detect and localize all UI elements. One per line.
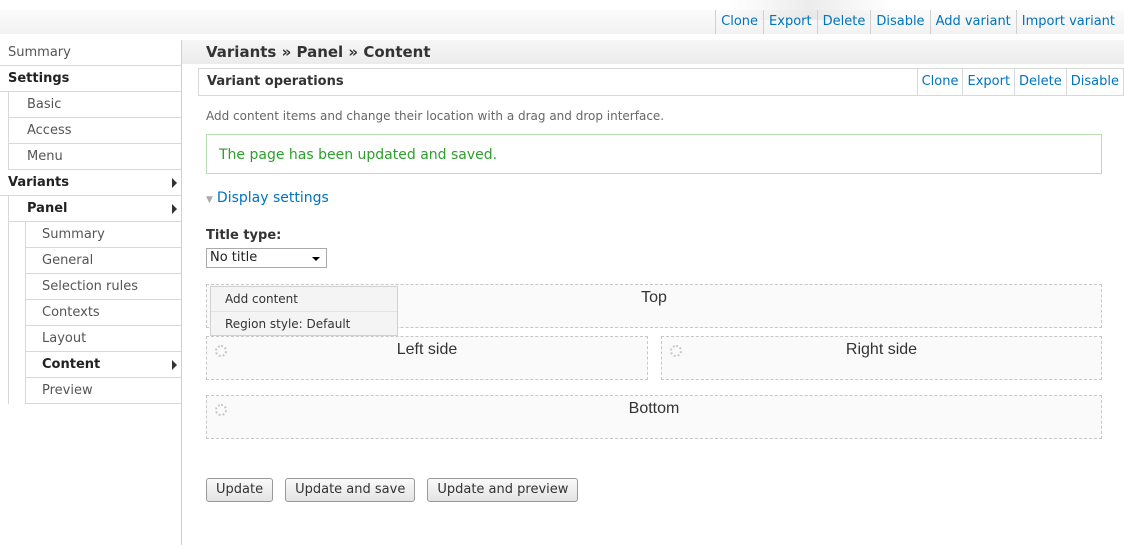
panel-submenu: Summary General Selection rules Contexts… <box>25 222 181 404</box>
import-variant-link[interactable]: Import variant <box>1015 10 1120 34</box>
page-delete-link[interactable]: Delete <box>816 10 871 34</box>
update-button[interactable]: Update <box>206 478 274 502</box>
region-right-title: Right side <box>845 341 918 358</box>
region-left-side[interactable]: Left side <box>206 336 648 380</box>
page-clone-link[interactable]: Clone <box>715 10 763 34</box>
sidebar-item-panel-label: Panel <box>27 201 68 216</box>
title-type-select[interactable]: No title <box>206 248 327 268</box>
variant-delete-link[interactable]: Delete <box>1014 69 1066 95</box>
sidebar-item-access[interactable]: Access <box>9 118 181 144</box>
region-style-menu-item[interactable]: Region style: Default <box>211 312 397 336</box>
settings-submenu: Basic Access Menu <box>8 92 181 170</box>
sidebar-item-panel-summary[interactable]: Summary <box>26 222 181 248</box>
sidebar-item-content-label: Content <box>42 357 101 372</box>
display-settings-label: Display settings <box>216 190 329 206</box>
sidebar-nav: Summary Settings Basic Access Menu Varia… <box>0 40 182 545</box>
title-type-value: No title <box>210 250 258 265</box>
sidebar-item-layout[interactable]: Layout <box>26 326 181 352</box>
top-operations-bar: Clone Export Delete Disable Add variant … <box>0 0 1124 34</box>
sidebar-item-preview[interactable]: Preview <box>26 378 181 404</box>
region-bottom[interactable]: Bottom <box>206 395 1102 439</box>
region-right-side[interactable]: Right side <box>661 336 1102 380</box>
variant-operations-bar: Variant operations Clone Export Delete D… <box>198 68 1124 96</box>
status-message: The page has been updated and saved. <box>206 134 1102 174</box>
region-menu: Add content Region style: Default <box>210 286 398 336</box>
sidebar-item-variants-label: Variants <box>8 175 69 190</box>
dropdown-caret-icon <box>312 257 320 261</box>
page-title: Variants » Panel » Content <box>182 40 1124 64</box>
sidebar-item-variants[interactable]: Variants <box>0 170 181 196</box>
sidebar-item-summary[interactable]: Summary <box>0 40 181 66</box>
variant-disable-link[interactable]: Disable <box>1065 69 1123 95</box>
variant-operations-links: Clone Export Delete Disable <box>916 69 1123 95</box>
main-content: Variants » Panel » Content Variant opera… <box>182 40 1124 545</box>
region-left-title: Left side <box>396 341 458 358</box>
form-actions: Update Update and save Update and previe… <box>206 478 579 502</box>
title-type-label: Title type: <box>206 228 282 243</box>
sidebar-item-menu[interactable]: Menu <box>9 144 181 170</box>
sidebar-item-content[interactable]: Content <box>26 352 181 378</box>
sidebar-item-panel[interactable]: Panel <box>9 196 181 222</box>
region-bottom-title: Bottom <box>628 400 680 417</box>
update-and-preview-button[interactable]: Update and preview <box>427 478 579 502</box>
active-arrow-icon <box>172 360 177 370</box>
page-export-link[interactable]: Export <box>763 10 817 34</box>
variants-submenu: Panel Summary General Selection rules Co… <box>8 196 181 404</box>
expand-arrow-icon <box>172 204 177 214</box>
page-operations: Clone Export Delete Disable Add variant … <box>715 10 1120 34</box>
page-disable-link[interactable]: Disable <box>870 10 929 34</box>
display-settings-toggle[interactable]: ▼ Display settings <box>206 190 329 206</box>
variant-clone-link[interactable]: Clone <box>916 69 963 95</box>
collapse-triangle-icon: ▼ <box>206 195 213 205</box>
sidebar-item-basic[interactable]: Basic <box>9 92 181 118</box>
expand-arrow-icon <box>172 178 177 188</box>
variant-export-link[interactable]: Export <box>962 69 1014 95</box>
add-variant-link[interactable]: Add variant <box>929 10 1016 34</box>
variant-operations-label: Variant operations <box>207 74 344 89</box>
sidebar-item-contexts[interactable]: Contexts <box>26 300 181 326</box>
sidebar-item-selection-rules[interactable]: Selection rules <box>26 274 181 300</box>
sidebar-item-settings[interactable]: Settings <box>0 66 181 92</box>
update-and-save-button[interactable]: Update and save <box>285 478 416 502</box>
sidebar-item-general[interactable]: General <box>26 248 181 274</box>
content-description: Add content items and change their locat… <box>206 109 665 123</box>
add-content-menu-item[interactable]: Add content <box>211 287 397 312</box>
